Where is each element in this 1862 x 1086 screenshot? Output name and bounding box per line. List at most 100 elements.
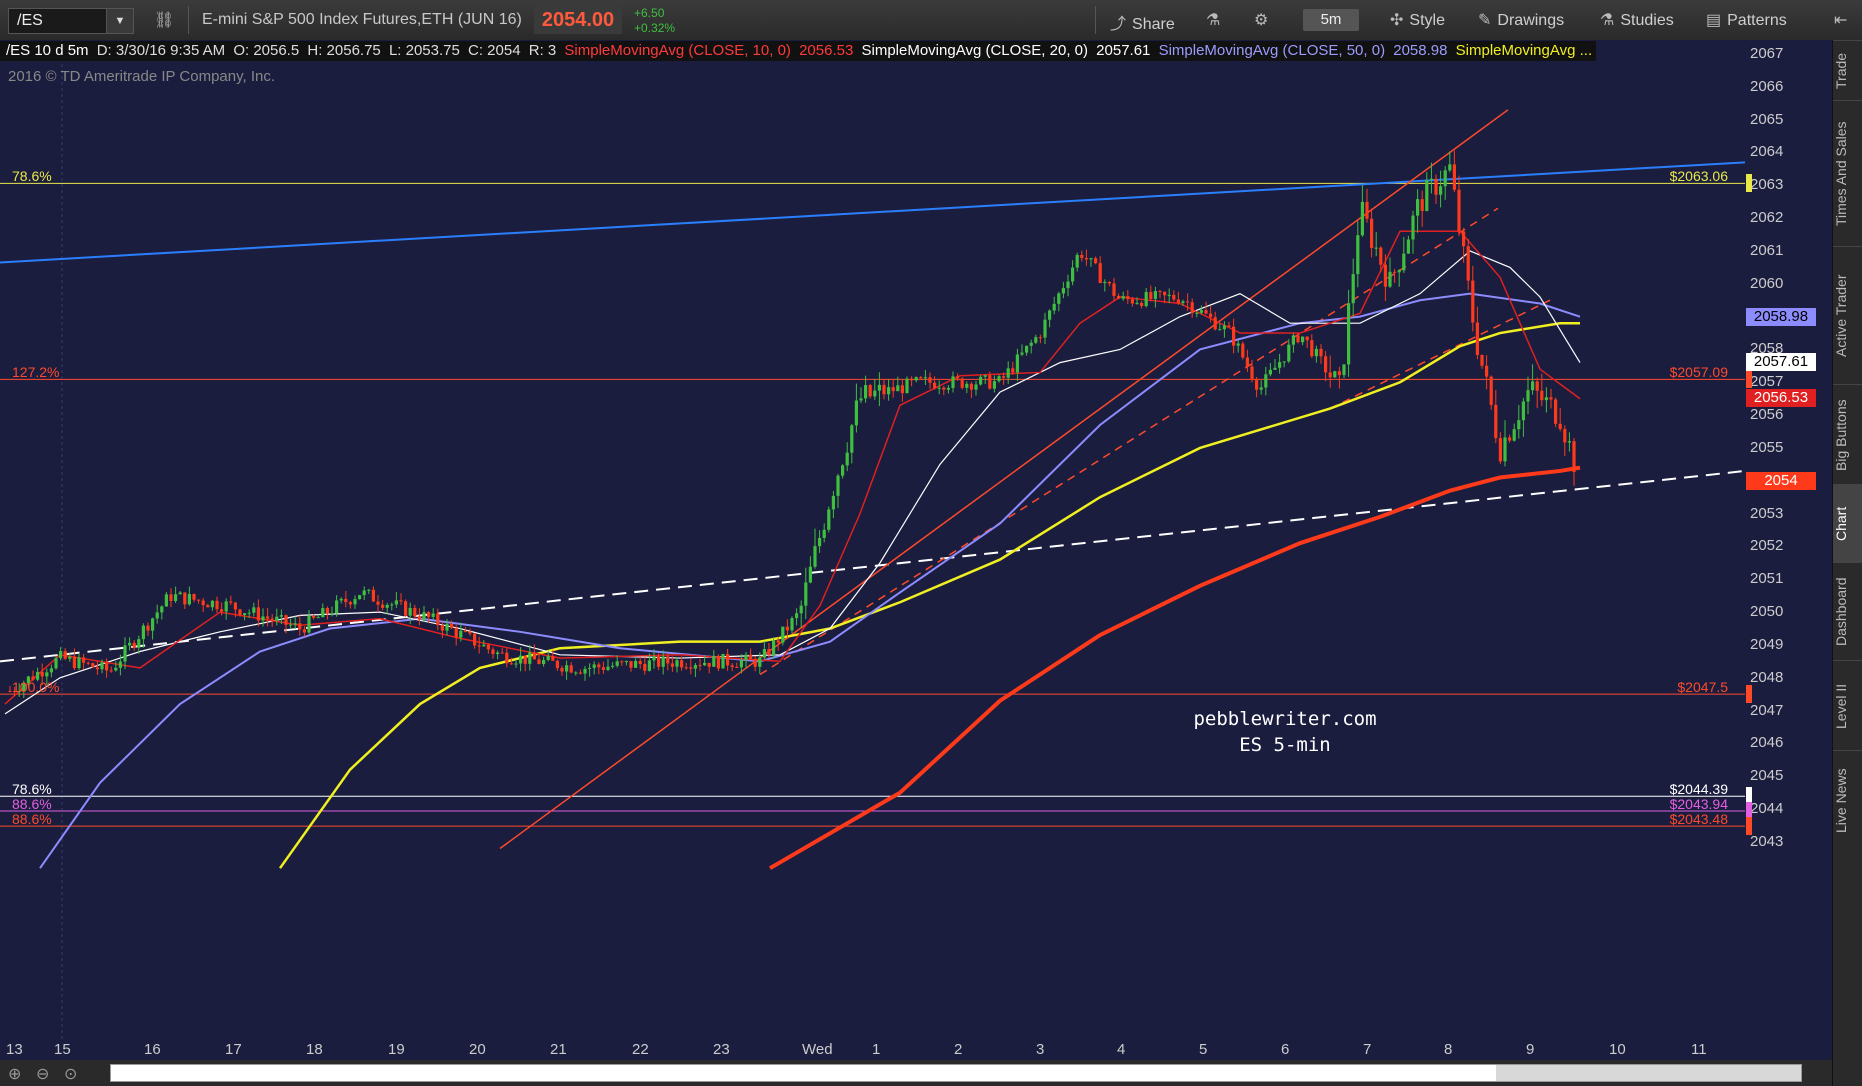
style-button[interactable]: ✣ Style	[1390, 10, 1445, 30]
time-axis-tick: 4	[1117, 1041, 1126, 1058]
candle-body	[330, 613, 334, 615]
candle-body	[95, 667, 99, 670]
candle-body	[744, 654, 748, 661]
price-axis-tick: 2046	[1750, 734, 1784, 752]
candle-body	[1314, 348, 1318, 357]
candle-body	[1420, 199, 1424, 212]
net-change: +6.50	[634, 6, 665, 20]
price-axis-tick: 2045	[1750, 767, 1784, 785]
candle-body	[859, 398, 863, 401]
candle-body	[551, 656, 555, 661]
candle-body	[1558, 423, 1562, 430]
candle-body	[1199, 310, 1203, 313]
candle-body	[128, 642, 132, 646]
candle-body	[1176, 299, 1180, 303]
bar-date: D: 3/30/16 9:35 AM	[96, 42, 226, 59]
side-tab-chart[interactable]: Chart	[1833, 484, 1862, 563]
candle-body	[514, 663, 518, 665]
candle-body	[693, 665, 697, 669]
drawings-label: Drawings	[1497, 12, 1565, 29]
candle-body	[321, 608, 325, 618]
candle-body	[882, 384, 886, 395]
pencil-icon: ✎	[1478, 12, 1492, 29]
copyright-text: 2016 © TD Ameritrade IP Company, Inc.	[8, 68, 276, 85]
time-axis[interactable]: 13 15 16 17 18 19 20 21 22 23 Wed 1 2 3 4 5 6 7 8 9 10 11	[0, 1040, 1745, 1060]
candle-body	[877, 384, 881, 391]
price-axis-tick: 2067	[1750, 45, 1784, 62]
side-tab-trade[interactable]: Trade	[1833, 40, 1862, 101]
symbol-selector[interactable]: /ES ▼	[8, 8, 134, 34]
side-tab-times-and-sales[interactable]: Times And Sales	[1833, 100, 1862, 247]
candle-body	[86, 662, 90, 664]
candle-body	[178, 592, 182, 595]
candle-body	[992, 381, 996, 389]
link-icon[interactable]: ⛓	[154, 10, 174, 30]
candle-body	[597, 664, 601, 668]
sma10-label[interactable]: SimpleMovingAvg (CLOSE, 10, 0)	[564, 42, 791, 59]
chart-panel[interactable]	[0, 40, 1745, 1040]
price-chart[interactable]	[0, 40, 1745, 1040]
candle-body	[1351, 274, 1355, 304]
side-tab-big-buttons[interactable]: Big Buttons	[1833, 384, 1862, 485]
side-tab-live-news[interactable]: Live News	[1833, 750, 1862, 851]
time-axis-tick: 7	[1363, 1041, 1372, 1058]
candle-body	[1126, 296, 1130, 300]
candle-body	[261, 616, 265, 621]
timeframe-selector[interactable]: 5m	[1303, 9, 1359, 31]
candle-body	[440, 625, 444, 631]
candle-body	[390, 604, 394, 606]
candle-body	[1213, 317, 1217, 330]
candle-body	[933, 382, 937, 389]
candle-body	[427, 612, 431, 617]
scroll-track[interactable]	[110, 1064, 1802, 1082]
candle-body	[505, 652, 509, 664]
candle-body	[1084, 258, 1088, 260]
candle-body	[1250, 366, 1254, 380]
time-axis-tick: 18	[306, 1041, 323, 1058]
price-tag: 2054	[1746, 471, 1816, 490]
candle-body	[1416, 199, 1420, 216]
candle-body	[141, 625, 145, 640]
candle-body	[1563, 429, 1567, 443]
candle-body	[1365, 201, 1369, 219]
candle-body	[1264, 374, 1268, 388]
candle-body	[997, 376, 1001, 382]
side-tab-dashboard[interactable]: Dashboard	[1833, 562, 1862, 661]
candle-body	[1443, 170, 1447, 187]
drawings-button[interactable]: ✎ Drawings	[1478, 10, 1564, 30]
price-axis-tick: 2065	[1750, 110, 1784, 128]
studies-button[interactable]: ⚗ Studies	[1600, 10, 1674, 30]
zoom-in-icon[interactable]: ⊕	[8, 1064, 21, 1084]
patterns-button[interactable]: ▤ Patterns	[1706, 10, 1787, 30]
candle-body	[496, 652, 500, 655]
candle-body	[956, 376, 960, 379]
zoom-reset-icon[interactable]: ⊙	[64, 1064, 77, 1084]
candle-body	[247, 612, 251, 614]
gear-icon[interactable]: ⚙	[1254, 10, 1268, 30]
chart-scrollbar[interactable]: ⊕ ⊖ ⊙	[0, 1060, 1832, 1086]
candle-body	[459, 630, 463, 638]
candle-body	[1255, 379, 1259, 390]
candle-body	[463, 630, 467, 632]
sma-more-label[interactable]: SimpleMovingAvg ...	[1456, 42, 1592, 59]
candle-body	[197, 599, 201, 601]
candle-body	[417, 616, 421, 620]
sma20-label[interactable]: SimpleMovingAvg (CLOSE, 20, 0)	[862, 42, 1089, 59]
flask-icon[interactable]: ⚗	[1206, 10, 1220, 30]
sma50-label[interactable]: SimpleMovingAvg (CLOSE, 50, 0)	[1159, 42, 1386, 59]
collapse-icon[interactable]: ⇤	[1834, 10, 1847, 30]
chevron-down-icon[interactable]: ▼	[106, 9, 133, 33]
share-button[interactable]: ⤴ Share	[1110, 10, 1175, 34]
candle-body	[1526, 390, 1530, 402]
scroll-thumb[interactable]	[1496, 1065, 1801, 1081]
side-tab-active-trader[interactable]: Active Trader	[1833, 246, 1862, 385]
candle-body	[721, 653, 725, 669]
candle-body	[988, 375, 992, 389]
candle-body	[137, 639, 141, 648]
zoom-out-icon[interactable]: ⊖	[36, 1064, 49, 1084]
candle-body	[712, 655, 716, 667]
side-tab-level-ii[interactable]: Level II	[1833, 660, 1862, 751]
studies-label: Studies	[1620, 12, 1674, 29]
candle-body	[1305, 336, 1309, 341]
candle-body	[473, 633, 477, 646]
